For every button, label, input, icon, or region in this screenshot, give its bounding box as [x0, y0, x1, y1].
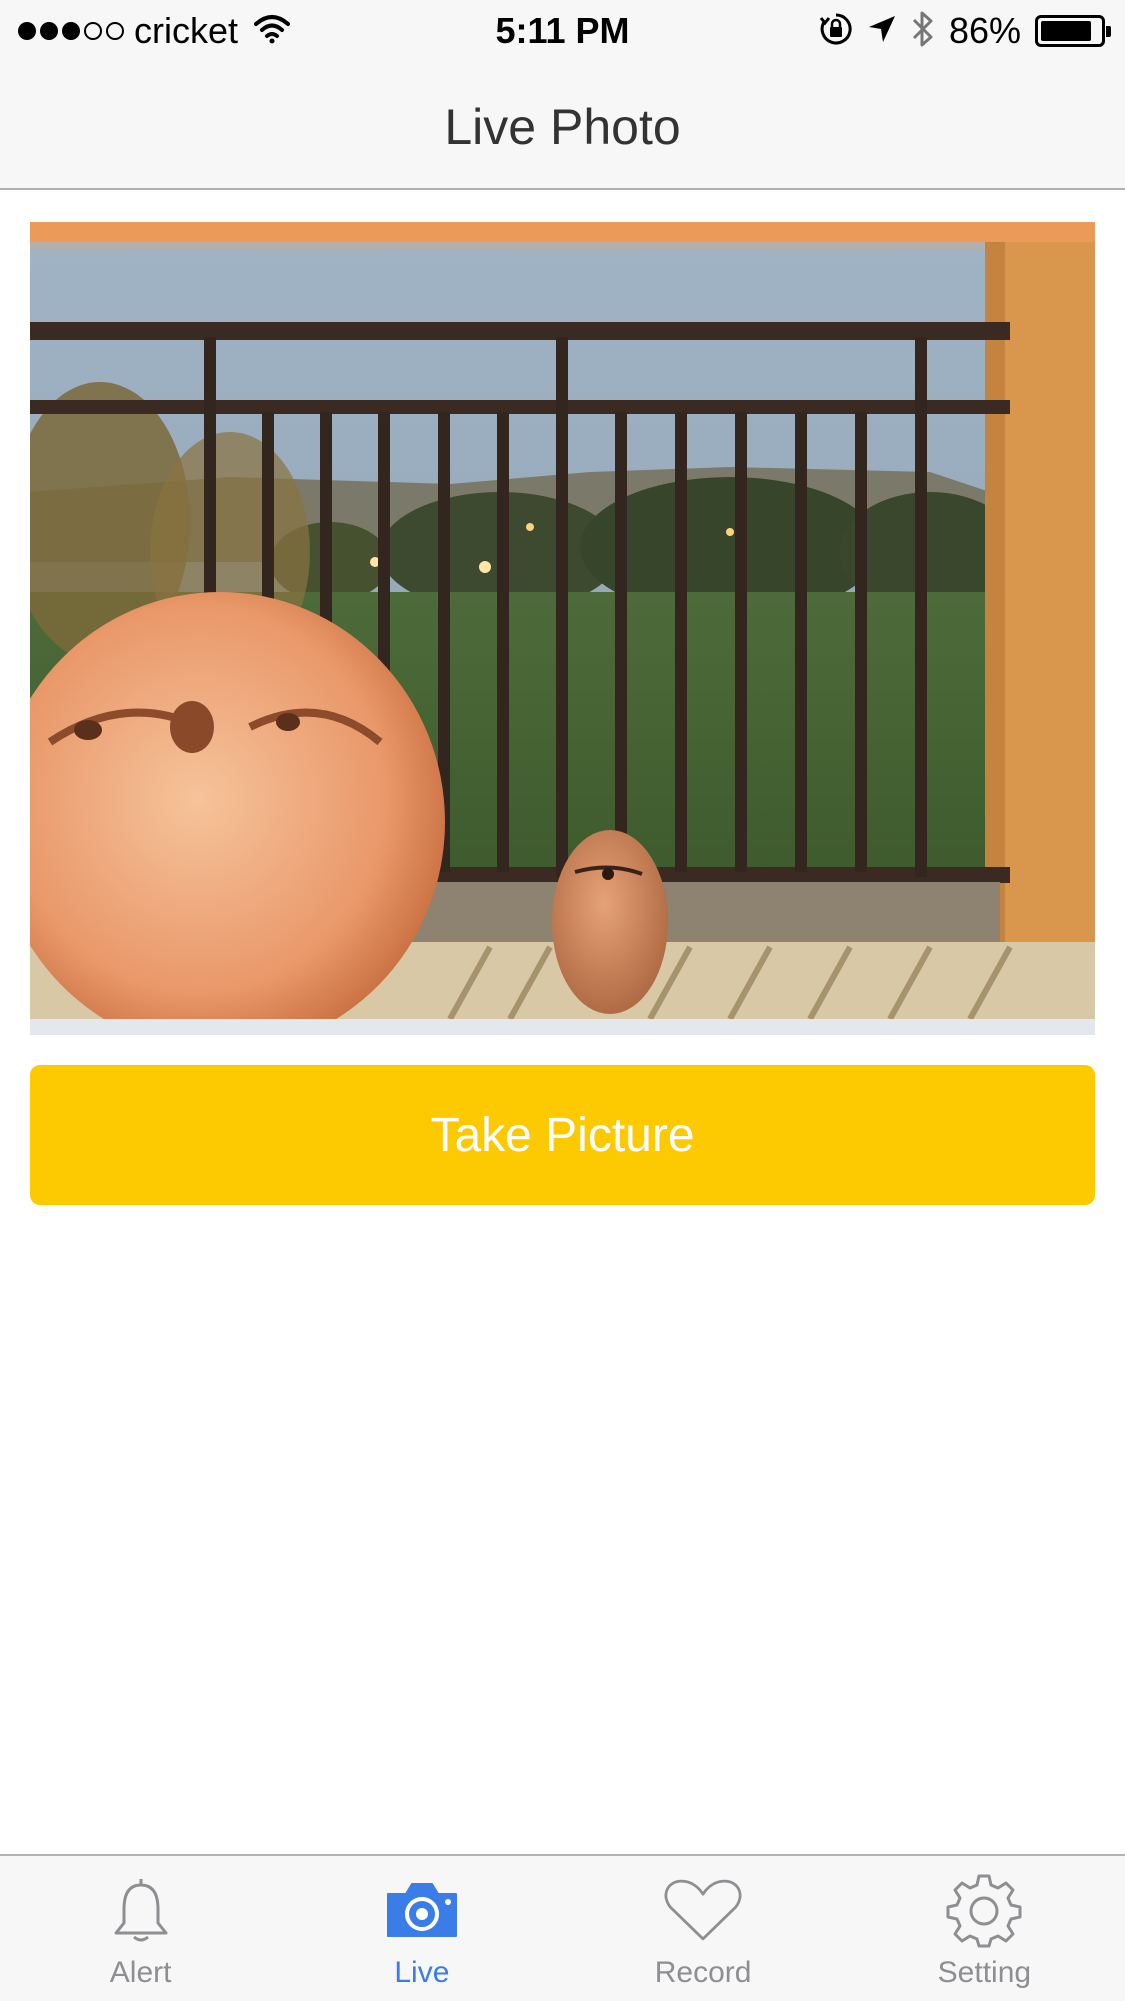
tab-setting-label: Setting: [937, 1956, 1032, 1989]
rotation-lock-icon: [819, 12, 853, 51]
navigation-bar: Live Photo: [0, 60, 1125, 190]
bluetooth-icon: [911, 10, 935, 53]
tab-live[interactable]: Live: [281, 1856, 562, 2001]
tab-bar: Alert Live Record Setting: [0, 1854, 1125, 2001]
gear-icon: [944, 1874, 1024, 1948]
take-picture-button[interactable]: Take Picture: [30, 1065, 1095, 1205]
bell-icon: [101, 1874, 181, 1946]
status-bar: cricket 5:11 PM 86%: [0, 0, 1125, 60]
tab-record[interactable]: Record: [563, 1856, 844, 2001]
tab-live-label: Live: [394, 1956, 450, 1989]
location-arrow-icon: [867, 14, 897, 49]
page-title: Live Photo: [444, 99, 681, 155]
live-photo-frame: [30, 222, 1095, 1035]
status-right: 86%: [819, 10, 1111, 53]
live-photo-image: [30, 222, 1095, 1019]
tab-alert[interactable]: Alert: [0, 1856, 281, 2001]
camera-icon: [382, 1874, 462, 1946]
tab-alert-label: Alert: [109, 1956, 172, 1989]
tab-setting[interactable]: Setting: [844, 1856, 1125, 2001]
take-picture-label: Take Picture: [430, 1108, 695, 1162]
tab-record-label: Record: [654, 1956, 752, 1989]
heart-icon: [663, 1874, 743, 1946]
battery-icon: [1035, 15, 1111, 47]
battery-percent: 86%: [948, 10, 1021, 51]
